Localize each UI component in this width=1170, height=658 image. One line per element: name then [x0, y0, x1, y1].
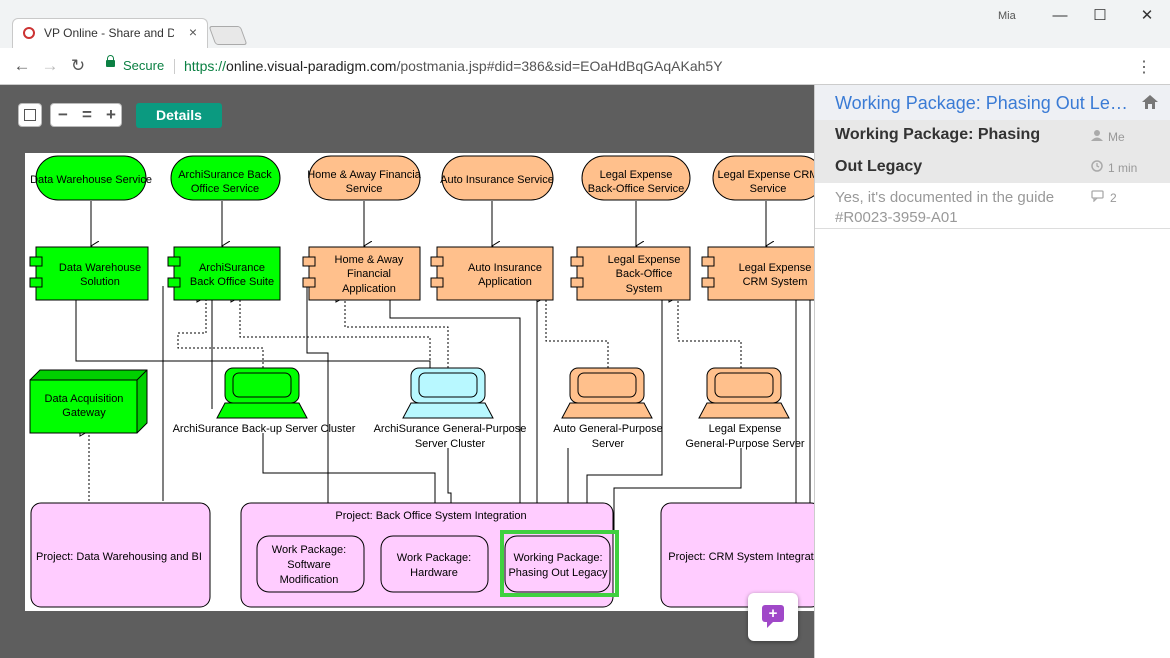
work-package-label: Phasing Out Legacy [508, 567, 608, 579]
zoom-in-button[interactable]: + [99, 104, 123, 126]
thread-item-selected[interactable]: Working Package: Phasing Out Legacy Me 1… [815, 120, 1170, 183]
thread-title-line2: Out Legacy [835, 158, 923, 175]
zoom-out-button[interactable]: − [51, 104, 75, 126]
component-label: ArchiSurance [199, 262, 265, 274]
archimate-diagram[interactable]: Data Warehouse Service ArchiSurance Back… [25, 153, 814, 611]
device-nodes[interactable] [216, 367, 790, 419]
component-label: Application [478, 276, 532, 288]
service-label: Service [750, 183, 787, 195]
comment-item[interactable]: Yes, it's documented in the guide #R0023… [815, 183, 1170, 229]
project-label: Project: CRM System Integrat [668, 551, 814, 563]
work-package-label: Work Package: [272, 544, 346, 556]
component-nodes[interactable] [29, 246, 814, 301]
service-label: Data Warehouse Service [30, 174, 152, 186]
work-package-label: Working Package: [513, 552, 602, 564]
url-text: https://online.visual-paradigm.com/postm… [184, 58, 723, 74]
new-tab-button[interactable] [208, 26, 248, 45]
service-label: Auto Insurance Service [440, 174, 554, 186]
comment-text: Yes, it's documented in the guide #R0023… [835, 189, 1055, 226]
elapsed-time: 1 min [1108, 161, 1138, 175]
discussion-panel: Working Package: Phasing Out Legacy Work… [814, 85, 1170, 658]
svg-text:Gateway: Gateway [62, 407, 106, 419]
site-favicon-icon [23, 27, 35, 39]
maximize-button[interactable]: ☐ [1090, 6, 1110, 26]
component-label: Legal Expense [739, 262, 812, 274]
user-icon [1091, 130, 1103, 141]
service-label: Legal Expense CRM [718, 169, 814, 181]
device-label: Server Cluster [415, 438, 486, 450]
node-data-acquisition-gateway[interactable]: Data Acquisition Gateway [29, 369, 148, 434]
device-label: General-Purpose Server [685, 438, 805, 450]
time-meta: 1 min [1091, 160, 1137, 175]
service-label: ArchiSurance Back [178, 169, 272, 181]
browser-toolbar: ← → ↻ Secure https://online.visual-parad… [0, 48, 1170, 85]
service-connectors [91, 201, 766, 246]
component-label: Back-Office [616, 268, 673, 280]
close-window-button[interactable]: ✕ [1137, 6, 1157, 26]
device-label: Server [592, 438, 625, 450]
back-button[interactable]: ← [12, 56, 32, 76]
service-label: Service [346, 183, 383, 195]
device-label: ArchiSurance General-Purpose [374, 423, 527, 435]
add-comment-icon: + [762, 605, 784, 628]
address-separator [174, 59, 175, 74]
component-label: Data Warehouse [59, 262, 141, 274]
svg-text:Data Acquisition: Data Acquisition [45, 393, 124, 405]
lock-icon [106, 55, 115, 67]
minimize-button[interactable]: — [1050, 6, 1070, 26]
zoom-reset-button[interactable]: = [75, 104, 99, 126]
reply-meta: 2 [1091, 190, 1117, 205]
device-label: ArchiSurance Back-up Server Cluster [173, 423, 356, 435]
secure-label: Secure [123, 58, 165, 73]
browser-tab[interactable]: VP Online - Share and Di × [12, 18, 208, 48]
component-label: Financial [347, 268, 391, 280]
address-bar[interactable]: Secure https://online.visual-paradigm.co… [96, 53, 1126, 80]
work-package-label: Modification [280, 574, 339, 586]
component-label: Solution [80, 276, 120, 288]
service-nodes[interactable] [35, 155, 814, 201]
device-label: Auto General-Purpose [553, 423, 662, 435]
zoom-controls: − = + [50, 103, 122, 127]
reload-button[interactable]: ↻ [68, 56, 88, 76]
service-label: Home & Away Financia [307, 169, 421, 181]
device-label: Legal Expense [709, 423, 782, 435]
add-comment-button[interactable]: + [748, 593, 798, 641]
tab-title: VP Online - Share and Di [44, 26, 174, 40]
service-label: Office Service [191, 183, 259, 195]
comments-icon [1091, 190, 1104, 202]
tab-close-icon[interactable]: × [189, 24, 197, 40]
browser-title-bar: VP Online - Share and Di × Mia — ☐ ✕ [0, 0, 1170, 48]
project-label: Project: Back Office System Integration [335, 510, 526, 522]
home-icon[interactable] [1142, 95, 1158, 109]
component-label: CRM System [743, 276, 808, 288]
thread-title-line1: Working Package: Phasing [835, 126, 1041, 143]
service-label: Back-Office Service [588, 183, 684, 195]
component-label: Legal Expense [608, 254, 681, 266]
browser-menu-icon[interactable]: ⋮ [1136, 57, 1152, 77]
work-package-label: Software [287, 559, 330, 571]
panel-header: Working Package: Phasing Out Legacy [815, 85, 1170, 120]
url-path: /postmania.jsp#did=386&sid=EOaHdBqGAqAKa… [396, 58, 723, 74]
work-package-label: Hardware [410, 567, 458, 579]
forward-button[interactable]: → [40, 56, 60, 76]
component-label: System [626, 283, 663, 295]
author-name: Me [1108, 130, 1125, 144]
reply-count: 2 [1110, 191, 1117, 205]
details-button[interactable]: Details [136, 103, 222, 128]
project-label: Project: Data Warehousing and BI [36, 551, 202, 563]
service-label: Legal Expense [600, 169, 673, 181]
work-package-label: Work Package: [397, 552, 471, 564]
fit-view-button[interactable] [18, 103, 42, 127]
url-scheme: https:// [184, 58, 227, 74]
diagram-canvas[interactable]: − = + Details Data Warehouse Service Arc… [0, 85, 814, 658]
panel-title[interactable]: Working Package: Phasing Out Legacy [835, 93, 1131, 114]
component-label: Home & Away [335, 254, 404, 266]
url-host: online.visual-paradigm.com [226, 58, 397, 74]
author-meta: Me [1091, 129, 1125, 144]
component-label: Auto Insurance [468, 262, 542, 274]
clock-icon [1091, 160, 1103, 172]
component-label: Application [342, 283, 396, 295]
user-profile-label[interactable]: Mia [998, 10, 1016, 22]
component-label: Back Office Suite [190, 276, 274, 288]
